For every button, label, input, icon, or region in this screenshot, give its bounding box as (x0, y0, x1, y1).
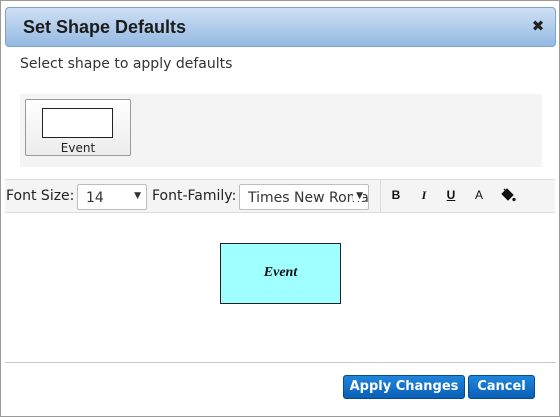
font-size-select[interactable]: 14 ▼ (77, 184, 147, 210)
font-family-select[interactable]: Times New Roman ▼ (239, 184, 369, 210)
set-shape-defaults-dialog: Set Shape Defaults ✖ Select shape to app… (0, 0, 560, 417)
font-color-icon[interactable]: A (468, 184, 490, 206)
fill-color-icon[interactable] (497, 184, 519, 206)
font-family-value: Times New Roman (248, 190, 369, 206)
select-shape-prompt: Select shape to apply defaults (20, 56, 233, 72)
format-toolbar: Font Size: 14 ▼ Font-Family: Times New R… (5, 179, 555, 213)
shape-option-label: Event (60, 141, 96, 155)
toolbar-divider (380, 180, 381, 212)
apply-changes-button[interactable]: Apply Changes (343, 375, 465, 399)
font-size-value: 14 (86, 190, 104, 206)
rectangle-shape-icon (42, 108, 113, 138)
close-icon[interactable]: ✖ (530, 17, 546, 35)
chevron-down-icon: ▼ (353, 191, 363, 201)
bold-icon[interactable]: B (385, 184, 407, 206)
dialog-titlebar: Set Shape Defaults ✖ (5, 7, 556, 47)
font-size-label: Font Size: (6, 188, 75, 204)
dialog-title: Set Shape Defaults (23, 17, 187, 37)
shape-preview-text: Event (263, 265, 298, 280)
chevron-down-icon: ▼ (131, 191, 141, 201)
cancel-button[interactable]: Cancel (468, 375, 535, 399)
underline-icon[interactable]: U (440, 184, 462, 206)
paint-bucket-icon (501, 188, 516, 202)
footer-divider (5, 362, 556, 363)
shape-list-panel: Event (20, 94, 542, 167)
font-family-label: Font-Family: (152, 188, 237, 204)
shape-option-event[interactable]: Event (25, 99, 131, 156)
shape-preview: Event (220, 243, 341, 304)
italic-icon[interactable]: I (413, 184, 435, 206)
